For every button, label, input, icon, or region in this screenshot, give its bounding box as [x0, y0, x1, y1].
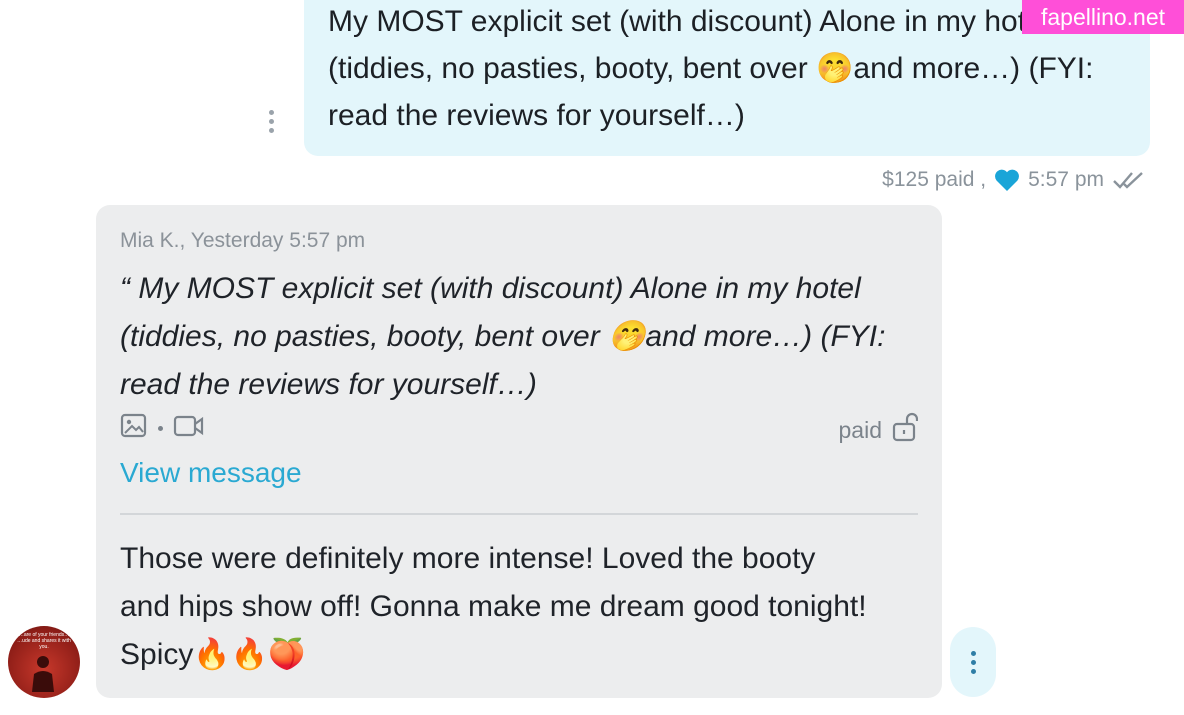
sender-avatar[interactable]: …are of your friends… …ude and shares it… [8, 626, 80, 698]
more-options-button[interactable] [950, 627, 996, 697]
view-message-link[interactable]: View message [120, 457, 302, 489]
paid-label: paid [838, 416, 882, 443]
quoted-media-types [120, 413, 205, 444]
unlock-icon [892, 412, 919, 448]
sent-message-meta: $125 paid , 5:57 pm [882, 164, 1146, 196]
message-options-more-icon[interactable] [262, 105, 280, 137]
quoted-message-header: Mia K., Yesterday 5:57 pm [120, 229, 366, 252]
divider [120, 513, 918, 515]
reply-message-text: Those were definitely more intense! Love… [120, 542, 867, 671]
quoted-message-text: “ My MOST explicit set (with discount) A… [120, 272, 886, 401]
double-check-icon [1112, 169, 1146, 191]
image-icon [120, 413, 148, 444]
watermark: fapellino.net [1022, 0, 1184, 34]
heart-icon[interactable] [994, 168, 1020, 192]
avatar-figure-icon [32, 656, 54, 692]
received-message-bubble: Mia K., Yesterday 5:57 pm “ My MOST expl… [96, 205, 942, 698]
separator-dot [158, 426, 163, 431]
sent-message-time: 5:57 pm [1028, 168, 1104, 191]
next-message-peek [0, 705, 1184, 715]
more-vertical-icon [970, 650, 976, 656]
price-paid-label: $125 paid , [882, 168, 987, 191]
video-icon [173, 414, 205, 443]
paid-status: paid [838, 412, 919, 448]
sent-message-text: My MOST explicit set (with discount) Alo… [328, 5, 1094, 132]
avatar-caption: …are of your friends… …ude and shares it… [17, 632, 71, 650]
